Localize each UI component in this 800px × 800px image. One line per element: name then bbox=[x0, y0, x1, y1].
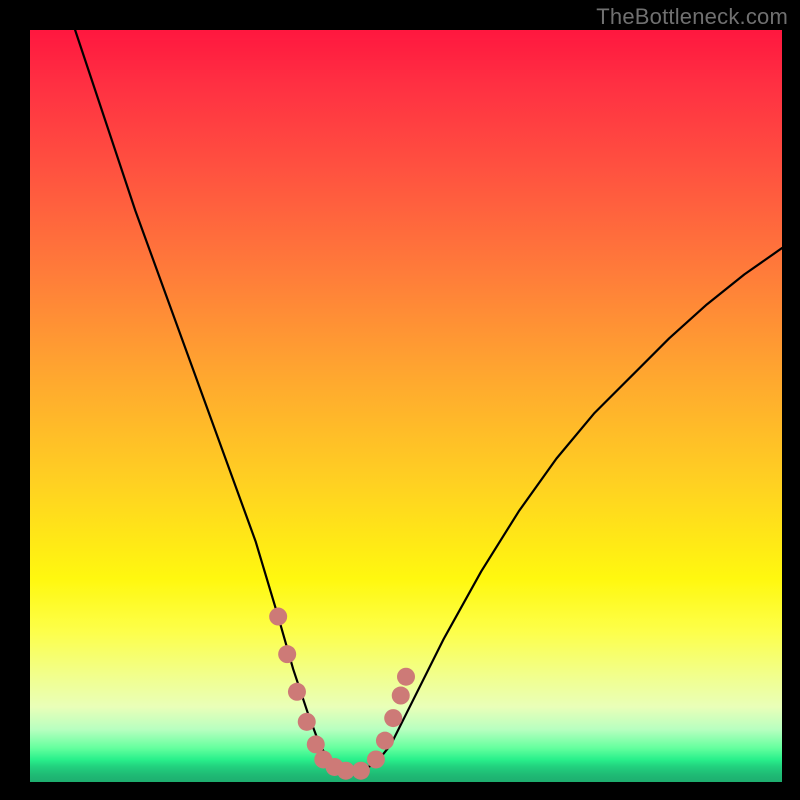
watermark-text: TheBottleneck.com bbox=[596, 4, 788, 30]
curve-path bbox=[75, 30, 782, 771]
optimum-marker bbox=[392, 687, 410, 705]
bottleneck-curve bbox=[75, 30, 782, 771]
optimum-markers bbox=[269, 608, 415, 780]
optimum-marker bbox=[352, 762, 370, 780]
optimum-marker bbox=[367, 750, 385, 768]
optimum-marker bbox=[288, 683, 306, 701]
optimum-marker bbox=[397, 668, 415, 686]
optimum-marker bbox=[384, 709, 402, 727]
plot-area bbox=[30, 30, 782, 782]
optimum-marker bbox=[278, 645, 296, 663]
chart-frame: TheBottleneck.com bbox=[0, 0, 800, 800]
optimum-marker bbox=[298, 713, 316, 731]
optimum-marker bbox=[269, 608, 287, 626]
optimum-marker bbox=[376, 732, 394, 750]
curve-layer bbox=[30, 30, 782, 782]
